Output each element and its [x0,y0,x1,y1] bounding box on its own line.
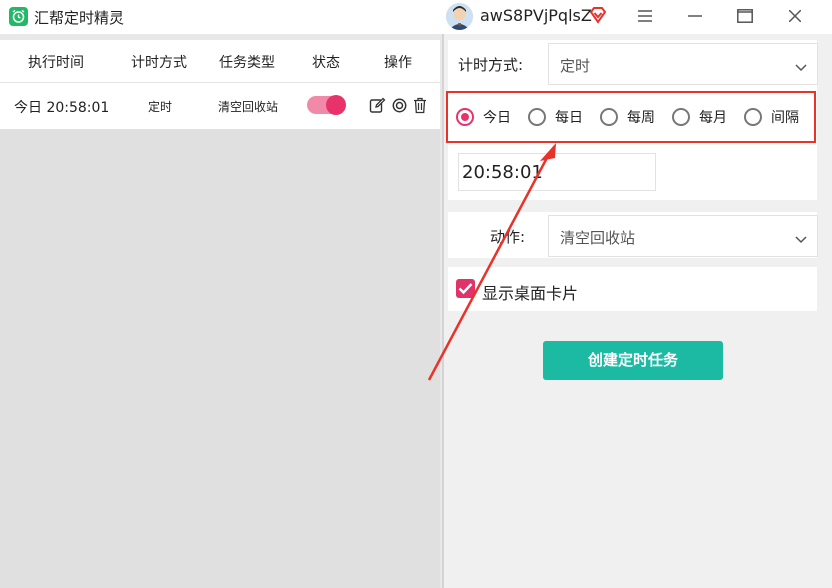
radio-daily-label: 每日 [555,107,583,127]
column-header-status: 状态 [312,52,340,72]
radio-weekly[interactable]: 每周 [600,107,655,127]
radio-today-circle [456,108,474,126]
table-header: 执行时间 计时方式 任务类型 状态 操作 [0,40,440,83]
radio-today-label: 今日 [483,107,511,127]
row-type: 清空回收站 [218,98,278,115]
radio-monthly[interactable]: 每月 [672,107,727,127]
user-name[interactable]: awS8PVjPqlsZ [480,6,592,25]
column-header-mode: 计时方式 [131,52,187,72]
column-header-time: 执行时间 [28,52,84,72]
repeat-radio-group: 今日 每日 每周 每月 间隔 [446,91,816,143]
timing-select[interactable]: 定时 [548,43,818,85]
radio-interval[interactable]: 间隔 [744,107,799,127]
column-header-actions: 操作 [384,52,412,72]
show-card-label[interactable]: 显示桌面卡片 [482,280,578,304]
user-avatar[interactable] [446,3,473,30]
show-card-checkbox[interactable] [456,279,475,298]
minimize-icon[interactable] [683,5,707,27]
time-input[interactable]: 20:58:01 [458,153,656,191]
chevron-down-icon [795,229,807,248]
action-label: 动作: [490,226,525,247]
radio-weekly-circle [600,108,618,126]
create-task-button[interactable]: 创建定时任务 [543,341,723,380]
radio-today[interactable]: 今日 [456,107,511,127]
delete-icon[interactable] [412,97,429,114]
radio-weekly-label: 每周 [627,107,655,127]
task-list-panel: 执行时间 计时方式 任务类型 状态 操作 今日 20:58:01 定时 清空回收… [0,40,440,588]
close-icon[interactable] [783,5,807,27]
edit-icon[interactable] [369,97,386,114]
timing-select-value: 定时 [560,55,590,76]
action-select-value: 清空回收站 [560,227,635,248]
radio-interval-label: 间隔 [771,107,799,127]
status-toggle[interactable] [307,96,345,114]
hamburger-menu-icon[interactable] [633,5,657,27]
row-mode: 定时 [148,98,172,115]
radio-monthly-circle [672,108,690,126]
timing-label: 计时方式: [458,54,523,75]
vip-diamond-icon[interactable] [589,7,607,28]
toggle-knob [326,95,346,115]
alarm-clock-icon [9,7,28,26]
radio-interval-circle [744,108,762,126]
view-icon[interactable] [391,97,408,114]
maximize-icon[interactable] [733,5,757,27]
action-select[interactable]: 清空回收站 [548,215,818,257]
column-header-type: 任务类型 [219,52,275,72]
title-bar: 汇帮定时精灵 awS8PVjPqlsZ [0,0,832,34]
radio-monthly-label: 每月 [699,107,727,127]
row-exec-time: 今日 20:58:01 [14,97,109,117]
radio-daily[interactable]: 每日 [528,107,583,127]
table-row[interactable]: 今日 20:58:01 定时 清空回收站 [0,83,440,129]
chevron-down-icon [795,57,807,76]
radio-daily-circle [528,108,546,126]
app-title: 汇帮定时精灵 [34,7,124,28]
